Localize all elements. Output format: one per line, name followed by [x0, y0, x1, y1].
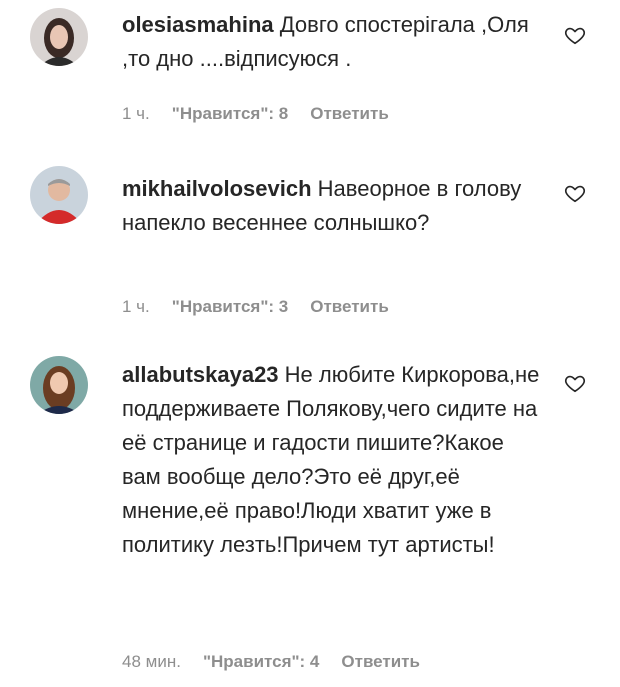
comment-username[interactable]: olesiasmahina — [122, 12, 274, 37]
comment-likes[interactable]: "Нравится": 4 — [203, 652, 319, 671]
heart-outline-icon[interactable] — [564, 24, 586, 46]
comment-username[interactable]: mikhailvolosevich — [122, 176, 312, 201]
comment-item: olesiasmahina Довго спостерігала ,Оля ,т… — [0, 0, 620, 150]
heart-outline-icon[interactable] — [564, 372, 586, 394]
reply-button[interactable]: Ответить — [310, 104, 389, 123]
comment-text: olesiasmahina Довго спостерігала ,Оля ,т… — [122, 8, 542, 76]
comment-text: mikhailvolosevich Навеорное в голову нап… — [122, 172, 542, 240]
comment-text: allabutskaya23 Не любите Киркорова,не по… — [122, 358, 542, 562]
comment-body: Не любите Киркорова,не поддерживаете Пол… — [122, 362, 540, 557]
reply-button[interactable]: Ответить — [341, 652, 420, 671]
comment-likes[interactable]: "Нравится": 8 — [172, 104, 288, 123]
comment-item: mikhailvolosevich Навеорное в голову нап… — [0, 160, 620, 340]
comment-time[interactable]: 1 ч. — [122, 104, 150, 123]
comment-likes[interactable]: "Нравится": 3 — [172, 297, 288, 316]
heart-outline-icon[interactable] — [564, 182, 586, 204]
comment-time[interactable]: 1 ч. — [122, 297, 150, 316]
avatar[interactable] — [30, 8, 88, 66]
avatar[interactable] — [30, 356, 88, 414]
comment-item: allabutskaya23 Не любите Киркорова,не по… — [0, 352, 620, 687]
comment-meta: 48 мин. "Нравится": 4 Ответить — [122, 652, 420, 672]
comment-time[interactable]: 48 мин. — [122, 652, 181, 671]
comment-meta: 1 ч. "Нравится": 3 Ответить — [122, 297, 389, 317]
avatar[interactable] — [30, 166, 88, 224]
comment-username[interactable]: allabutskaya23 — [122, 362, 279, 387]
reply-button[interactable]: Ответить — [310, 297, 389, 316]
comment-meta: 1 ч. "Нравится": 8 Ответить — [122, 104, 389, 124]
